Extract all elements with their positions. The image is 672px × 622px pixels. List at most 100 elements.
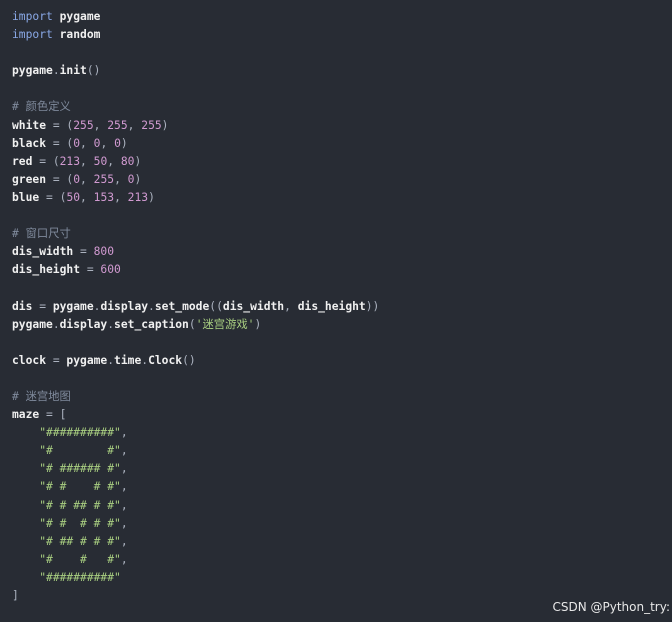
code-punctuation: , bbox=[120, 444, 128, 458]
code-line: # 迷宫地图 bbox=[12, 388, 660, 406]
code-number: 255 bbox=[73, 118, 94, 132]
code-block[interactable]: import pygame import random pygame.init()… bbox=[0, 0, 672, 622]
code-operator: = bbox=[73, 245, 94, 259]
code-punctuation: () bbox=[86, 64, 101, 78]
code-string: "# # #" bbox=[39, 552, 121, 566]
code-identifier: dis_height bbox=[12, 263, 81, 277]
code-punctuation: , bbox=[127, 118, 142, 132]
code-punctuation: ) bbox=[148, 190, 155, 204]
code-line: "##########" bbox=[12, 569, 660, 587]
code-number: 153 bbox=[93, 190, 115, 204]
code-number: 0 bbox=[114, 136, 121, 150]
code-line: "# #", bbox=[12, 442, 660, 460]
code-punctuation: , bbox=[93, 118, 108, 132]
code-identifier: clock bbox=[12, 353, 47, 367]
code-identifier: pygame bbox=[52, 299, 94, 313]
code-identifier: dis bbox=[12, 299, 33, 313]
code-punctuation: , bbox=[80, 172, 94, 186]
code-line: clock = pygame.time.Clock() bbox=[12, 352, 660, 370]
code-comment: # 颜色定义 bbox=[12, 100, 71, 114]
code-line: blue = (50, 153, 213) bbox=[12, 189, 660, 207]
code-punctuation: . bbox=[52, 317, 60, 331]
code-string: "# # ## # #" bbox=[39, 498, 121, 512]
code-number: 600 bbox=[100, 263, 121, 277]
code-number: 80 bbox=[120, 154, 135, 168]
code-punctuation: , bbox=[120, 516, 128, 530]
code-punctuation: , bbox=[80, 154, 94, 168]
code-punctuation: ) bbox=[120, 136, 128, 150]
code-line: pygame.display.set_caption('迷宫游戏') bbox=[12, 316, 660, 334]
code-identifier: red bbox=[12, 154, 33, 168]
code-line: # 窗口尺寸 bbox=[12, 225, 660, 243]
code-number: 50 bbox=[93, 154, 108, 168]
code-identifier: white bbox=[12, 118, 47, 132]
code-punctuation: , bbox=[80, 190, 94, 204]
code-number: 255 bbox=[141, 118, 162, 132]
code-identifier: pygame bbox=[12, 64, 53, 78]
code-line: import pygame bbox=[12, 8, 660, 26]
code-function-name: init bbox=[59, 64, 87, 78]
code-operator: = bbox=[46, 172, 67, 186]
code-operator: = bbox=[39, 190, 60, 204]
code-punctuation: (( bbox=[209, 299, 223, 313]
code-punctuation: , bbox=[100, 136, 115, 150]
code-punctuation: ) bbox=[161, 118, 169, 132]
code-identifier: black bbox=[12, 136, 47, 150]
code-punctuation: . bbox=[148, 299, 155, 313]
code-number: 50 bbox=[66, 190, 81, 204]
code-punctuation: ) bbox=[134, 172, 142, 186]
code-line: black = (0, 0, 0) bbox=[12, 135, 660, 153]
code-punctuation: () bbox=[182, 353, 196, 367]
code-operator: = bbox=[39, 408, 60, 422]
code-identifier: blue bbox=[12, 190, 40, 204]
code-identifier: dis_height bbox=[297, 299, 366, 313]
code-line: green = (0, 255, 0) bbox=[12, 171, 660, 189]
csdn-watermark: CSDN @Python_try: bbox=[552, 600, 670, 614]
code-string: "# ## # # #" bbox=[39, 534, 121, 548]
code-punctuation: , bbox=[284, 299, 298, 313]
code-punctuation: , bbox=[114, 190, 128, 204]
code-line: pygame.init() bbox=[12, 62, 660, 80]
code-function-name: set_mode bbox=[154, 299, 210, 313]
code-punctuation: )) bbox=[365, 299, 380, 313]
code-line: red = (213, 50, 80) bbox=[12, 153, 660, 171]
code-identifier: dis_width bbox=[222, 299, 285, 313]
code-punctuation: , bbox=[80, 136, 94, 150]
code-line: "# # # #", bbox=[12, 478, 660, 496]
code-comment: # 迷宫地图 bbox=[12, 389, 71, 403]
code-keyword: import bbox=[12, 10, 53, 23]
code-identifier: display bbox=[59, 317, 108, 331]
code-number: 213 bbox=[59, 154, 81, 168]
code-number: 800 bbox=[93, 245, 115, 259]
code-punctuation: ) bbox=[254, 317, 262, 331]
code-line: "# ###### #", bbox=[12, 460, 660, 478]
code-line: "# # #", bbox=[12, 551, 660, 569]
code-identifier: green bbox=[12, 172, 47, 186]
code-operator: = bbox=[46, 353, 67, 367]
code-line: white = (255, 255, 255) bbox=[12, 117, 660, 135]
code-operator: = bbox=[32, 299, 53, 313]
code-punctuation: , bbox=[120, 498, 128, 512]
code-punctuation: , bbox=[120, 552, 128, 566]
code-punctuation: , bbox=[114, 172, 128, 186]
code-keyword: import bbox=[12, 28, 53, 42]
code-number: 255 bbox=[93, 172, 115, 186]
code-identifier: maze bbox=[12, 408, 40, 422]
code-line: maze = [ bbox=[12, 406, 660, 424]
code-function-name: set_caption bbox=[114, 317, 189, 331]
code-operator: = bbox=[32, 154, 53, 168]
code-identifier: random bbox=[59, 28, 101, 42]
code-string: "# # # # #" bbox=[39, 516, 121, 530]
code-line: import random bbox=[12, 26, 660, 44]
